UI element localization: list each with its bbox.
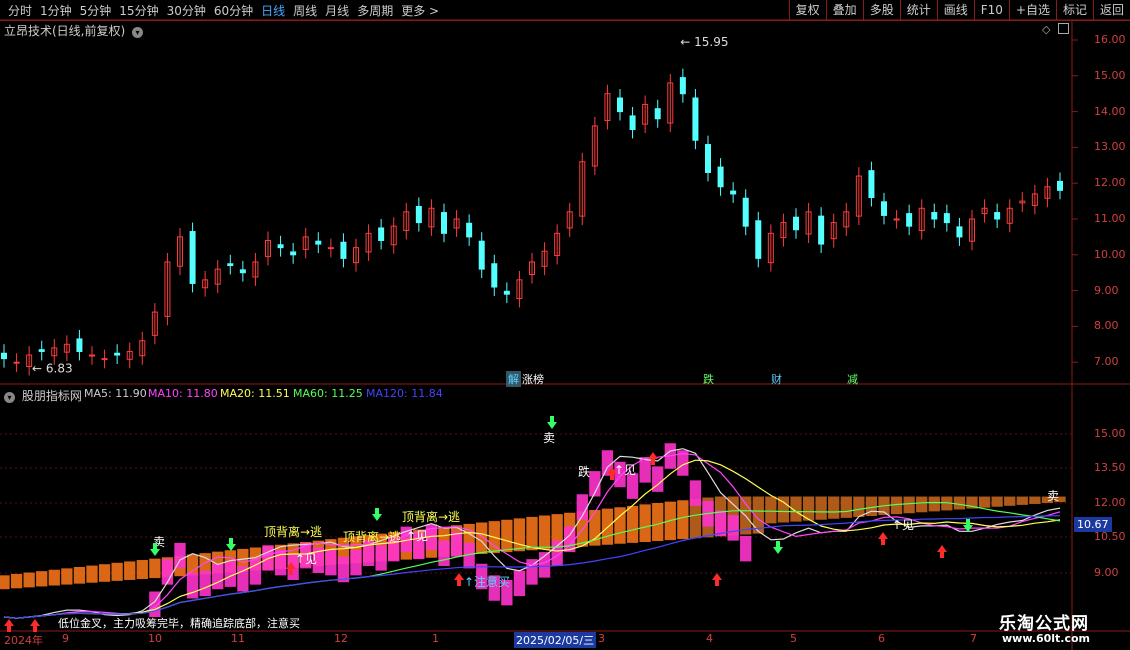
date-tick: 1 bbox=[432, 632, 439, 645]
candle-body bbox=[931, 212, 938, 220]
candle-body bbox=[466, 222, 473, 238]
date-tick: 11 bbox=[231, 632, 245, 645]
candle-body bbox=[378, 227, 385, 241]
arrow-down-icon bbox=[226, 538, 236, 551]
annotation-see: ↑见 bbox=[614, 463, 636, 477]
annotation-top-divergence: 顶背离→逃 bbox=[402, 509, 460, 524]
candle-body bbox=[755, 220, 762, 259]
event-flag[interactable]: 减 bbox=[845, 371, 860, 387]
candle-body bbox=[239, 269, 246, 274]
date-tick: 10 bbox=[148, 632, 162, 645]
candle-body bbox=[654, 108, 661, 120]
date-tick: 4 bbox=[706, 632, 713, 645]
low-marker: ← 6.83 bbox=[32, 361, 73, 375]
arrow-down-icon bbox=[963, 519, 973, 532]
annotation-see: ↑见 bbox=[406, 529, 428, 543]
arrow-up-icon bbox=[937, 545, 947, 558]
candle-body bbox=[793, 216, 799, 231]
candle-body bbox=[956, 226, 963, 238]
annotation-fall: 跌 bbox=[578, 464, 590, 479]
candle-body bbox=[705, 144, 711, 173]
candle-body bbox=[617, 97, 623, 113]
event-flag[interactable]: 解 bbox=[506, 371, 521, 387]
candle-body bbox=[441, 212, 447, 234]
chart-canvas[interactable]: ← 15.95← 6.83卖卖卖顶背离→逃 顶背离→逃顶背离→逃↑见↑见↑见↑见↑… bbox=[0, 0, 1130, 650]
annotation-see: ↑见 bbox=[295, 552, 317, 566]
candle-body bbox=[101, 358, 108, 361]
annotation-top-divergence: 顶背离→逃 bbox=[264, 524, 322, 539]
date-tick: 12 bbox=[334, 632, 348, 645]
candle-body bbox=[679, 77, 686, 95]
annotation-watch-buy: ↑注意买 bbox=[464, 574, 510, 589]
candle-body bbox=[994, 212, 1001, 220]
candle-body bbox=[491, 263, 498, 288]
date-tick: 2024年 bbox=[4, 634, 43, 647]
event-flag[interactable]: 涨榜 bbox=[520, 371, 546, 387]
candle-body bbox=[227, 263, 234, 267]
candle-body bbox=[893, 218, 900, 221]
date-axis: 2024年 9 10 11 12 1 3 4 5 6 7 2025/02/05/三 bbox=[0, 631, 1072, 650]
watermark-url: www.60lt.com bbox=[1002, 632, 1091, 645]
annotation-bottom-note: 低位金叉，主力吸筹完毕，精确追踪底部，注意买 bbox=[58, 616, 300, 630]
candle-body bbox=[340, 241, 347, 259]
candle-body bbox=[13, 361, 20, 364]
candle-body bbox=[315, 240, 322, 245]
candle-body bbox=[478, 240, 485, 270]
candle-body bbox=[38, 349, 45, 352]
candle-body bbox=[327, 247, 334, 250]
candle-body bbox=[881, 201, 887, 216]
candle-body bbox=[717, 166, 724, 188]
date-tick: 3 bbox=[598, 632, 605, 645]
arrow-up-icon bbox=[878, 532, 888, 545]
annotation-top-divergence: 顶背离→逃 bbox=[343, 529, 401, 544]
annotation-sell: 卖 bbox=[543, 431, 555, 445]
arrow-down-icon bbox=[372, 508, 382, 521]
candle-body bbox=[730, 190, 737, 195]
arrow-down-icon bbox=[547, 416, 557, 429]
candle-body bbox=[277, 244, 284, 249]
candle-body bbox=[114, 352, 121, 356]
candle-body bbox=[868, 170, 875, 199]
date-tick: 5 bbox=[790, 632, 797, 645]
candle-body bbox=[629, 115, 636, 130]
candle-body bbox=[290, 251, 297, 256]
candle-body bbox=[189, 231, 196, 284]
candle-body bbox=[76, 338, 83, 352]
candle-body bbox=[906, 213, 913, 227]
candle-body bbox=[818, 215, 825, 245]
candle-body bbox=[1, 352, 7, 360]
date-tick: 7 bbox=[970, 632, 977, 645]
annotation-see: ↑见 bbox=[892, 518, 914, 532]
event-flag[interactable]: 跌 bbox=[701, 371, 716, 387]
event-flag[interactable]: 财 bbox=[769, 371, 784, 387]
candle-body bbox=[503, 290, 510, 295]
date-tick: 6 bbox=[878, 632, 885, 645]
candle-body bbox=[943, 213, 950, 224]
candle-body bbox=[89, 354, 95, 357]
candle-body bbox=[415, 205, 422, 224]
candle-body bbox=[1057, 180, 1063, 191]
arrow-down-icon bbox=[773, 541, 783, 554]
watermark-title: 乐淘公式网 bbox=[999, 614, 1089, 634]
candle-body bbox=[742, 197, 749, 227]
high-marker: ← 15.95 bbox=[680, 35, 728, 49]
cursor-date: 2025/02/05/三 bbox=[514, 632, 597, 648]
candle-body bbox=[692, 97, 699, 141]
date-tick: 9 bbox=[62, 632, 69, 645]
annotation-sell: 卖 bbox=[1047, 489, 1059, 503]
arrow-up-icon bbox=[454, 573, 464, 586]
arrow-up-icon bbox=[712, 573, 722, 586]
